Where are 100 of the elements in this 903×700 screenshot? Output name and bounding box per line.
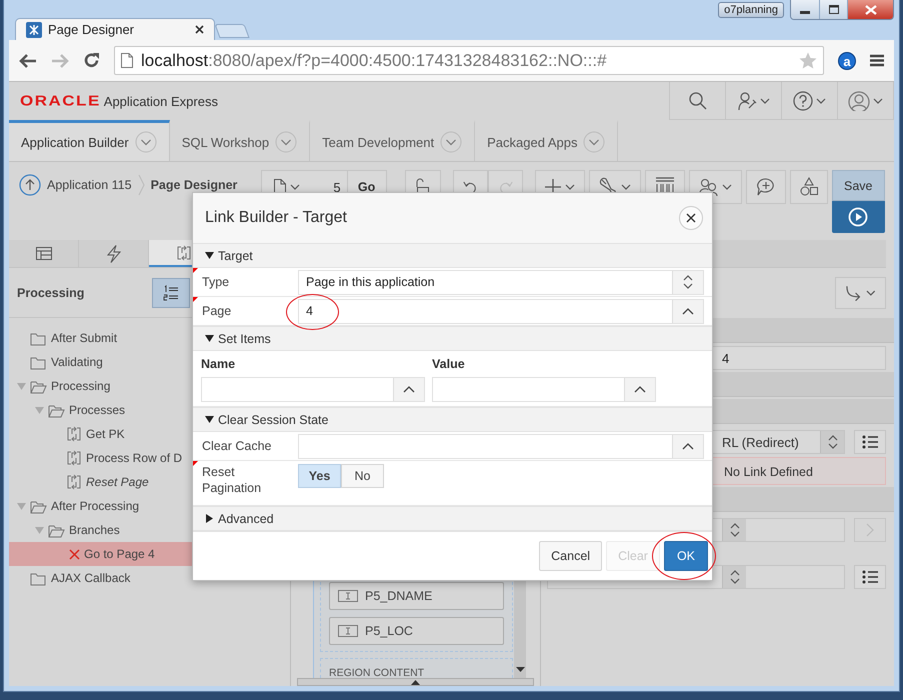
column-header: Name bbox=[201, 357, 236, 371]
tree-item[interactable]: AJAX Callback bbox=[9, 566, 290, 590]
caret-up-icon bbox=[682, 442, 694, 450]
save-button[interactable]: Save bbox=[832, 170, 885, 201]
ordered-list-icon bbox=[163, 284, 179, 300]
folder-icon bbox=[30, 570, 47, 586]
updown-icon bbox=[730, 570, 740, 584]
popup-field[interactable] bbox=[201, 377, 425, 402]
panel-tab[interactable] bbox=[9, 240, 79, 267]
maximize-button[interactable] bbox=[819, 0, 847, 19]
close-button[interactable] bbox=[679, 206, 703, 230]
popup-field[interactable] bbox=[298, 434, 704, 458]
popup-field[interactable]: 4 bbox=[298, 298, 704, 324]
splitter-handle[interactable] bbox=[297, 678, 534, 686]
open-folder-icon bbox=[30, 498, 47, 514]
caret-up-icon bbox=[403, 386, 415, 393]
select-field[interactable]: Page in this application bbox=[298, 270, 704, 294]
list-icon bbox=[862, 570, 878, 584]
reload-icon[interactable] bbox=[83, 52, 100, 69]
nav-tab[interactable]: SQL Workshop bbox=[170, 120, 310, 161]
caret-icon bbox=[873, 98, 883, 104]
nav-tab[interactable]: Packaged Apps bbox=[475, 120, 618, 161]
dialog-title: Link Builder - Target bbox=[205, 209, 347, 227]
field-label: Page bbox=[201, 303, 232, 319]
close-icon bbox=[864, 4, 876, 14]
dropdown-caret-icon[interactable] bbox=[134, 131, 157, 153]
tree-item[interactable]: Processing bbox=[9, 374, 290, 398]
ordered-list-button[interactable] bbox=[152, 278, 190, 308]
caret-icon bbox=[620, 184, 631, 190]
section-header[interactable]: Target bbox=[193, 243, 712, 268]
error-x-icon bbox=[69, 548, 80, 560]
scroll-down-icon bbox=[516, 667, 524, 672]
user-icon bbox=[848, 90, 870, 110]
breadcrumb-current: Page Designer bbox=[150, 178, 238, 192]
menu-icon[interactable] bbox=[870, 54, 884, 67]
shapes-button[interactable] bbox=[790, 170, 828, 204]
popup-field[interactable] bbox=[432, 377, 656, 402]
extension-button[interactable]: a bbox=[838, 52, 856, 70]
page-item[interactable]: P5_DNAME bbox=[329, 582, 504, 610]
section-header[interactable]: Advanced bbox=[193, 506, 712, 531]
toggle-option[interactable]: Yes bbox=[298, 464, 341, 488]
caret-icon bbox=[564, 184, 575, 190]
column-header: Value bbox=[432, 357, 466, 371]
dialog-button[interactable]: OK bbox=[664, 541, 708, 571]
branch-menu-button[interactable] bbox=[835, 277, 886, 309]
oracle-logo: ORACLE bbox=[20, 92, 101, 110]
help-button[interactable] bbox=[782, 82, 838, 120]
folder-icon bbox=[30, 354, 47, 370]
caret-up-icon bbox=[682, 308, 694, 314]
triangle-icon bbox=[205, 415, 214, 424]
url-text: localhost:8080/apex/f?p=4000:4500:17431328483162::NO:::# bbox=[141, 50, 608, 70]
page-item[interactable]: P5_LOC bbox=[329, 617, 504, 645]
dropdown-caret-icon[interactable] bbox=[583, 131, 606, 153]
process-icon bbox=[66, 450, 82, 466]
close-icon[interactable] bbox=[195, 25, 204, 34]
process-icon bbox=[66, 426, 82, 442]
user-button[interactable] bbox=[838, 82, 894, 120]
dropdown-caret-icon[interactable] bbox=[275, 131, 298, 153]
process-icon bbox=[66, 474, 82, 490]
updown-icon bbox=[730, 523, 740, 537]
help-icon bbox=[793, 90, 813, 110]
text-field-icon bbox=[338, 590, 358, 602]
address-bar[interactable]: localhost:8080/apex/f?p=4000:4500:17431328483162::NO:::# bbox=[114, 46, 824, 75]
toggle-option[interactable]: No bbox=[341, 464, 384, 488]
open-folder-icon bbox=[30, 378, 47, 394]
open-folder-icon bbox=[48, 522, 65, 538]
breadcrumb-link[interactable]: Application 115 bbox=[47, 178, 132, 192]
caret-icon bbox=[816, 98, 826, 104]
close-button[interactable] bbox=[847, 0, 893, 19]
dialog-button[interactable]: Cancel bbox=[539, 541, 602, 571]
updown-icon bbox=[828, 435, 838, 449]
breadcrumb-separator-icon bbox=[138, 174, 145, 196]
panel-tab[interactable] bbox=[79, 240, 149, 267]
nav-tab[interactable]: Application Builder bbox=[9, 120, 170, 161]
dropdown-caret-icon[interactable] bbox=[440, 131, 462, 153]
lightning-icon bbox=[106, 244, 122, 262]
list-button[interactable] bbox=[854, 430, 886, 454]
nav-tab[interactable]: Team Development bbox=[310, 120, 476, 161]
person-wrench-button[interactable] bbox=[726, 82, 782, 120]
run-button[interactable] bbox=[832, 201, 885, 233]
up-arrow-circle-icon[interactable] bbox=[19, 174, 41, 196]
search-button[interactable] bbox=[670, 82, 726, 120]
triangle-icon bbox=[205, 514, 214, 523]
list-button[interactable] bbox=[854, 565, 886, 589]
section-header[interactable]: Set Items bbox=[193, 326, 712, 351]
caret-icon bbox=[290, 184, 300, 190]
text-field-icon bbox=[338, 625, 358, 637]
browser-tab[interactable]: Page Designer bbox=[15, 18, 215, 40]
star-icon[interactable] bbox=[799, 52, 817, 69]
back-icon[interactable] bbox=[19, 52, 37, 68]
shapes-icon bbox=[800, 177, 818, 197]
triangle-icon bbox=[205, 334, 214, 343]
page-icon bbox=[121, 53, 133, 68]
comment-add-button[interactable] bbox=[746, 170, 786, 204]
panel-title: Processing bbox=[17, 286, 84, 300]
minimize-button[interactable] bbox=[791, 0, 819, 19]
grid-icon bbox=[36, 247, 52, 260]
section-header[interactable]: Clear Session State bbox=[193, 407, 712, 432]
caret-up-icon bbox=[634, 386, 646, 393]
close-icon bbox=[686, 213, 696, 223]
